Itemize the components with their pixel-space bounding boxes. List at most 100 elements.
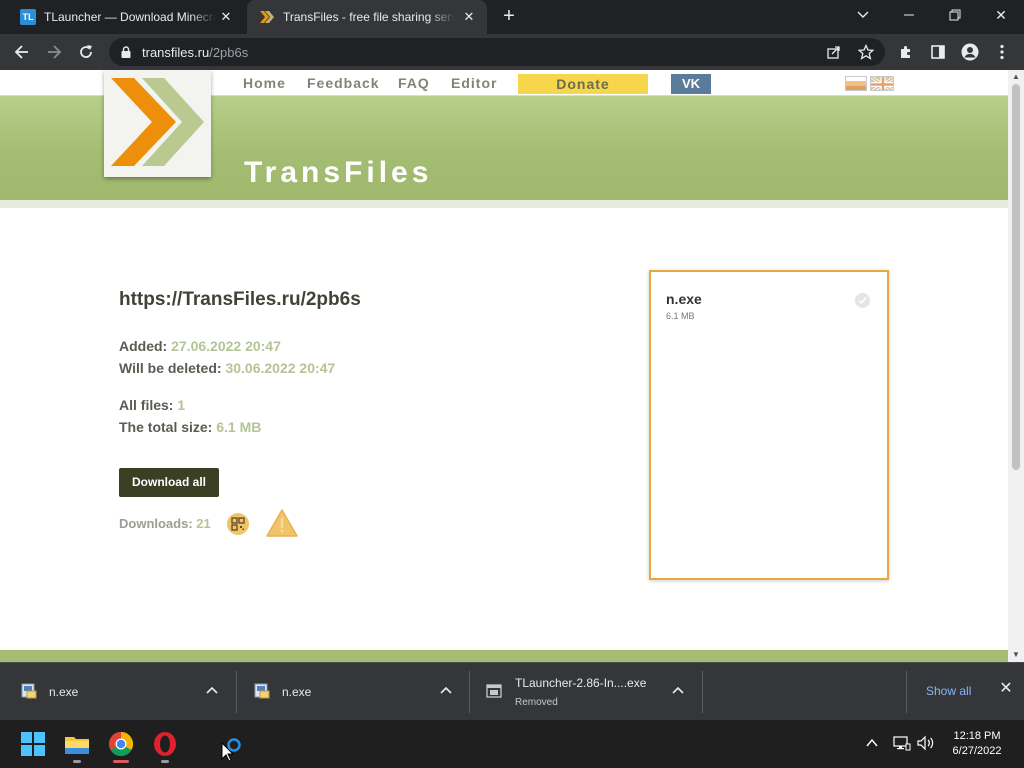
deleted-label: Will be deleted: xyxy=(119,360,222,376)
tray-overflow-chevron-icon[interactable] xyxy=(865,736,879,750)
deleted-value: 30.06.2022 20:47 xyxy=(225,360,336,376)
chevron-up-icon[interactable] xyxy=(671,684,685,698)
total-size-line: The total size: 6.1 MB xyxy=(119,419,261,435)
download-file-name: n.exe xyxy=(282,685,312,699)
scroll-up-arrow-icon[interactable]: ▲ xyxy=(1008,70,1024,84)
download-file-name: TLauncher-2.86-In....exe xyxy=(515,676,647,690)
installer-file-icon xyxy=(486,684,502,698)
chevron-up-icon[interactable] xyxy=(205,684,219,698)
page-viewport: Home Feedback FAQ Editor Donate VK Trans… xyxy=(0,70,1024,662)
total-size-value: 6.1 MB xyxy=(216,419,262,435)
download-status: Removed xyxy=(515,697,558,708)
download-item[interactable]: n.exe xyxy=(237,663,469,721)
close-tab-icon[interactable]: ✕ xyxy=(218,9,234,25)
download-item[interactable]: n.exe xyxy=(0,663,236,721)
busy-cursor-icon xyxy=(221,728,253,762)
new-tab-button[interactable]: + xyxy=(499,6,519,26)
page-scrollbar[interactable]: ▲ ▼ xyxy=(1008,70,1024,662)
share-icon[interactable] xyxy=(825,43,843,61)
donate-button[interactable]: Donate xyxy=(518,74,648,94)
site-footer-strip xyxy=(0,650,1008,662)
file-count-line: All files: 1 xyxy=(119,397,185,413)
close-tab-icon[interactable]: ✕ xyxy=(461,9,477,25)
close-window-button[interactable]: ✕ xyxy=(986,4,1016,26)
nav-editor-link[interactable]: Editor xyxy=(451,75,497,91)
uk-flag-icon[interactable] xyxy=(870,76,894,91)
url-text[interactable]: transfiles.ru/2pb6s xyxy=(142,45,248,60)
banner-divider xyxy=(0,200,1008,208)
download-all-button[interactable]: Download all xyxy=(119,468,219,497)
show-all-downloads-link[interactable]: Show all xyxy=(926,684,971,698)
windows-taskbar: 12:18 PM 6/27/2022 xyxy=(0,720,1024,768)
all-files-value: 1 xyxy=(177,397,186,413)
chevron-up-icon[interactable] xyxy=(439,684,453,698)
russian-flag-icon[interactable] xyxy=(845,76,867,91)
file-size: 6.1 MB xyxy=(666,311,695,321)
bookmark-star-icon[interactable] xyxy=(857,43,875,61)
vk-button[interactable]: VK xyxy=(671,74,711,94)
url-path: /2pb6s xyxy=(209,45,249,60)
clock-date: 6/27/2022 xyxy=(952,745,1002,757)
minimize-button[interactable] xyxy=(894,4,924,26)
windows-start-icon[interactable] xyxy=(17,728,49,760)
network-icon[interactable] xyxy=(893,735,911,751)
system-clock[interactable]: 12:18 PM 6/27/2022 xyxy=(945,729,1009,759)
deletion-date-line: Will be deleted: 30.06.2022 20:47 xyxy=(119,360,335,376)
address-bar[interactable]: transfiles.ru/2pb6s xyxy=(109,38,885,66)
app-running-indicator xyxy=(73,760,81,763)
volume-icon[interactable] xyxy=(917,735,935,751)
tab-strip: TL TLauncher — Download Minecraft ✕ Tran… xyxy=(0,0,1024,34)
file-name[interactable]: n.exe xyxy=(666,291,702,307)
qr-code-icon[interactable] xyxy=(227,513,249,535)
back-button[interactable] xyxy=(10,40,34,64)
nav-feedback-link[interactable]: Feedback xyxy=(307,75,380,91)
downloads-count-line: Downloads: 21 xyxy=(119,516,211,531)
tab-transfiles[interactable]: TransFiles - free file sharing service ✕ xyxy=(247,0,487,34)
download-file-name: n.exe xyxy=(49,685,79,699)
nav-faq-link[interactable]: FAQ xyxy=(398,75,430,91)
all-files-label: All files: xyxy=(119,397,174,413)
transfiles-favicon-icon xyxy=(259,9,275,25)
scroll-down-arrow-icon[interactable]: ▼ xyxy=(1008,648,1024,662)
exe-file-icon xyxy=(21,683,37,699)
lock-icon[interactable] xyxy=(119,45,133,59)
extensions-puzzle-icon[interactable] xyxy=(894,40,918,64)
file-explorer-icon[interactable] xyxy=(61,728,93,763)
forward-button[interactable] xyxy=(42,40,66,64)
report-warning-icon[interactable] xyxy=(266,508,298,538)
restore-button[interactable] xyxy=(940,4,970,26)
transfiles-logo[interactable] xyxy=(104,70,211,177)
tlauncher-favicon-icon: TL xyxy=(20,9,36,25)
nav-home-link[interactable]: Home xyxy=(243,75,286,91)
download-item[interactable]: TLauncher-2.86-In....exe Removed xyxy=(470,663,702,721)
added-date-line: Added: 27.06.2022 20:47 xyxy=(119,338,281,354)
added-label: Added: xyxy=(119,338,168,354)
app-running-indicator xyxy=(161,760,169,763)
file-select-check-icon[interactable] xyxy=(855,293,870,308)
total-size-label: The total size: xyxy=(119,419,213,435)
scrollbar-thumb[interactable] xyxy=(1012,84,1020,470)
profile-avatar-icon[interactable] xyxy=(958,40,982,64)
added-value: 27.06.2022 20:47 xyxy=(171,338,281,354)
side-panel-icon[interactable] xyxy=(926,40,950,64)
chrome-icon[interactable] xyxy=(105,728,137,763)
downloads-label: Downloads: xyxy=(119,516,193,531)
opera-icon[interactable] xyxy=(149,728,181,763)
site-title: TransFiles xyxy=(244,156,433,189)
shelf-divider xyxy=(702,671,703,713)
exe-file-icon xyxy=(254,683,270,699)
reload-button[interactable] xyxy=(74,40,98,64)
tab-tlauncher[interactable]: TL TLauncher — Download Minecraft ✕ xyxy=(8,0,244,34)
tab-title: TransFiles - free file sharing service xyxy=(283,10,455,24)
share-link-title[interactable]: https://TransFiles.ru/2pb6s xyxy=(119,289,361,311)
url-host: transfiles.ru xyxy=(142,45,210,60)
downloads-value: 21 xyxy=(196,516,211,531)
browser-menu-kebab-icon[interactable] xyxy=(990,40,1014,64)
close-shelf-icon[interactable]: ✕ xyxy=(998,681,1014,697)
app-active-indicator xyxy=(113,760,129,763)
tab-search-chevron-icon[interactable] xyxy=(848,4,878,26)
file-card[interactable]: n.exe 6.1 MB xyxy=(649,270,889,580)
download-shelf: n.exe n.exe TLauncher-2.86-In....exe Rem… xyxy=(0,662,1024,720)
clock-time: 12:18 PM xyxy=(953,730,1001,742)
shelf-divider xyxy=(906,671,907,713)
